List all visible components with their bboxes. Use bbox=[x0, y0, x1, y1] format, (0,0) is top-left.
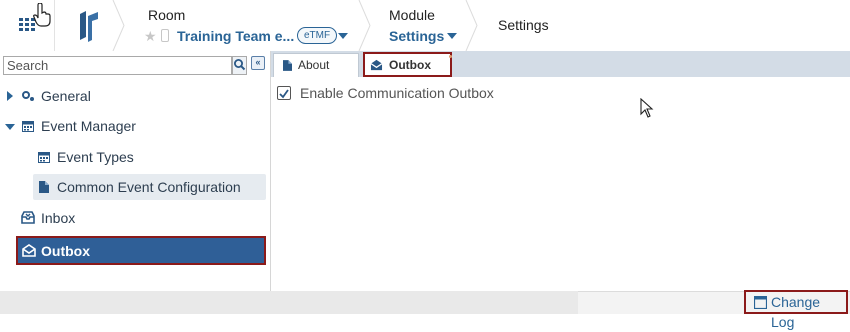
breadcrumb-separator bbox=[358, 0, 371, 51]
favorite-star-icon[interactable]: ★ bbox=[144, 28, 157, 45]
nav-item-label: Event Manager bbox=[41, 118, 136, 134]
logo-icon bbox=[80, 11, 98, 42]
outbox-icon bbox=[370, 59, 383, 71]
tab-label: Outbox bbox=[389, 58, 431, 72]
tab-strip: About Outbox bbox=[271, 51, 850, 77]
checkmark-icon bbox=[279, 89, 289, 99]
breadcrumb-settings[interactable]: Settings bbox=[498, 17, 549, 33]
calendar-icon bbox=[38, 152, 50, 163]
search-icon bbox=[234, 59, 246, 71]
mobile-icon bbox=[161, 29, 169, 42]
header-empty-area bbox=[578, 0, 850, 51]
mouse-pointer-icon bbox=[640, 98, 654, 118]
tab-label: About bbox=[298, 58, 330, 72]
tab-outbox[interactable]: Outbox bbox=[363, 52, 452, 77]
room-dropdown-icon[interactable] bbox=[338, 33, 348, 39]
enable-outbox-label: Enable Communication Outbox bbox=[300, 85, 494, 101]
document-icon bbox=[283, 60, 292, 71]
room-label: Room bbox=[148, 7, 186, 23]
double-chevron-left-icon: « bbox=[255, 57, 261, 67]
breadcrumb-separator bbox=[465, 0, 478, 51]
change-log-button[interactable]: Change Log bbox=[744, 290, 848, 330]
tab-close-marker[interactable] bbox=[449, 55, 452, 58]
search-button[interactable] bbox=[232, 56, 247, 75]
nav-item-event-types[interactable]: Event Types bbox=[33, 144, 266, 170]
collapse-arrow-icon[interactable] bbox=[5, 124, 15, 130]
nav-item-event-manager[interactable]: Event Manager bbox=[0, 113, 271, 139]
nav-item-outbox[interactable]: Outbox bbox=[16, 236, 266, 265]
breadcrumb-separator bbox=[112, 0, 125, 51]
hand-cursor-icon bbox=[33, 3, 51, 27]
gears-icon bbox=[22, 91, 34, 101]
inbox-icon bbox=[21, 211, 35, 224]
settings-nav-panel: « General Event Manager Event Types bbox=[0, 51, 271, 291]
nav-item-label: Outbox bbox=[41, 243, 90, 259]
calendar-icon bbox=[22, 121, 34, 132]
nav-item-inbox[interactable]: Inbox bbox=[0, 205, 271, 231]
top-header: Room ★ Training Team e... eTMF Module Se… bbox=[0, 0, 578, 51]
nav-item-label: Event Types bbox=[57, 149, 134, 165]
nav-item-common-event-configuration[interactable]: Common Event Configuration bbox=[33, 174, 266, 200]
tab-about[interactable]: About bbox=[273, 53, 359, 77]
nav-item-label: General bbox=[41, 88, 91, 104]
change-log-label: Change Log bbox=[771, 294, 821, 330]
nav-item-general[interactable]: General bbox=[0, 83, 271, 109]
outbox-settings-content: Enable Communication Outbox bbox=[272, 77, 850, 291]
nav-item-label: Common Event Configuration bbox=[57, 179, 241, 195]
outbox-icon bbox=[22, 244, 36, 257]
window-icon bbox=[754, 296, 767, 309]
status-bar bbox=[0, 291, 578, 314]
module-label: Module bbox=[389, 7, 435, 23]
module-dropdown-icon[interactable] bbox=[447, 33, 457, 39]
enable-outbox-checkbox[interactable] bbox=[277, 86, 291, 100]
room-selector[interactable]: Training Team e... bbox=[177, 28, 294, 44]
room-type-badge: eTMF bbox=[297, 27, 338, 44]
collapse-panel-button[interactable]: « bbox=[251, 56, 265, 70]
module-selector[interactable]: Settings bbox=[389, 28, 444, 44]
search-input[interactable] bbox=[3, 56, 232, 75]
nav-item-label: Inbox bbox=[41, 210, 76, 226]
document-icon bbox=[39, 181, 49, 193]
expand-arrow-icon[interactable] bbox=[7, 91, 13, 101]
